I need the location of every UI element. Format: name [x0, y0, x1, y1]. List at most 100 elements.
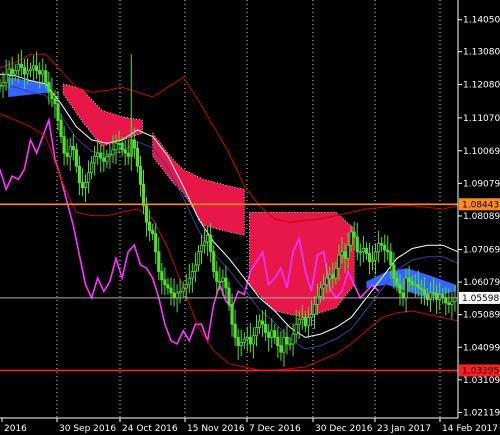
- candle-body: [160, 271, 164, 281]
- candle-body: [4, 73, 8, 83]
- candle-body: [163, 279, 167, 286]
- y-tick-label: 1.10069: [463, 147, 500, 157]
- candle-body: [96, 152, 100, 157]
- x-tick-label: 2016: [4, 424, 27, 434]
- candle-body: [358, 251, 362, 254]
- candle-body: [99, 152, 103, 159]
- y-tick-label: 1.03109: [463, 376, 500, 386]
- candle-body: [28, 68, 33, 72]
- candle-body: [349, 231, 353, 246]
- candle-body: [328, 274, 332, 279]
- candle-body: [41, 70, 45, 75]
- candle-body: [44, 70, 48, 83]
- candle-body: [331, 274, 335, 279]
- candle-body: [450, 300, 454, 305]
- y-tick-label: 1.09079: [463, 179, 500, 189]
- candle-body: [343, 251, 347, 259]
- y-axis-ticks: 1.14050 1.13080 1.12080 1.11070 1.10069 1.090…: [458, 16, 500, 418]
- candle-body: [346, 244, 350, 259]
- candle-body: [53, 98, 57, 105]
- candle-body: [282, 336, 286, 353]
- candle-body: [389, 251, 393, 266]
- candle-body: [25, 70, 30, 75]
- candle-body: [435, 292, 439, 300]
- candle-body: [0, 85, 2, 87]
- candle-body: [288, 343, 292, 346]
- candle-body: [267, 332, 271, 338]
- candle-body: [337, 254, 341, 269]
- candle-body: [68, 146, 72, 157]
- x-tick-label: 30 Dec 2016: [315, 424, 373, 434]
- candle-body: [401, 292, 405, 299]
- candle-body: [86, 172, 91, 184]
- candle-body: [154, 233, 158, 253]
- candle-body: [425, 294, 430, 300]
- candle-body: [303, 317, 307, 327]
- candle-body: [144, 205, 149, 223]
- candle-body: [62, 136, 66, 154]
- candle-body: [318, 287, 323, 297]
- candle-body: [166, 284, 170, 289]
- resistance-price-label: 1.08443: [462, 200, 499, 210]
- candle-body: [108, 154, 112, 157]
- candle-body: [175, 292, 179, 299]
- candle-body: [151, 229, 155, 235]
- candle-body: [370, 259, 375, 263]
- candle-body: [22, 67, 27, 75]
- y-tick-label: 1.06079: [463, 278, 500, 288]
- candle-body: [245, 336, 249, 340]
- candle-body: [300, 317, 304, 320]
- candle-body: [31, 65, 36, 70]
- candle-body: [169, 287, 173, 294]
- candle-body: [355, 236, 359, 253]
- y-tick-label: 1.14050: [463, 16, 500, 26]
- candle-body: [221, 277, 225, 282]
- candle-body: [270, 330, 274, 338]
- candle-body: [19, 63, 23, 68]
- candle-body: [7, 68, 11, 75]
- candle-body: [242, 338, 246, 343]
- candle-body: [35, 65, 39, 72]
- candle-body: [141, 183, 146, 207]
- candle-body: [373, 251, 378, 261]
- candle-body: [93, 155, 97, 164]
- candle-body: [132, 139, 136, 149]
- candle-body: [138, 165, 143, 185]
- candle-body: [251, 335, 256, 345]
- candle-body: [428, 292, 433, 300]
- candle-body: [172, 292, 176, 299]
- candle-body: [276, 336, 280, 346]
- candle-body: [380, 243, 384, 246]
- candle-body: [16, 63, 20, 72]
- candle-body: [209, 234, 213, 253]
- candle-body: [120, 142, 124, 151]
- candle-body: [202, 241, 207, 246]
- x-tick-label: 14 Feb 2017: [442, 424, 498, 434]
- kumo-cloud: [8, 77, 456, 318]
- candle-body: [364, 248, 369, 254]
- candle-body: [102, 157, 106, 162]
- x-tick-label: 15 Nov 2016: [187, 424, 245, 434]
- current-price-label: 1.05598: [462, 294, 499, 304]
- candle-body: [447, 302, 451, 305]
- candle-body: [407, 277, 411, 282]
- x-tick-label: 24 Oct 2016: [122, 424, 178, 434]
- candle-body: [334, 267, 338, 279]
- candle-body: [438, 294, 442, 300]
- candle-body: [236, 336, 240, 346]
- candle-body: [77, 165, 81, 184]
- candle-body: [416, 284, 420, 289]
- candle-body: [190, 271, 194, 279]
- candle-body: [59, 119, 63, 137]
- candle-body: [199, 244, 204, 253]
- candle-body: [65, 152, 69, 157]
- x-tick-label: 7 Dec 2016: [249, 424, 301, 434]
- candle-body: [398, 284, 402, 294]
- candle-body: [297, 318, 301, 325]
- candle-body: [404, 277, 408, 299]
- candle-body: [126, 152, 130, 157]
- candle-body: [114, 142, 118, 151]
- candle-body: [117, 142, 121, 145]
- y-tick-label: 1.07069: [463, 246, 500, 256]
- candle-body: [47, 81, 51, 93]
